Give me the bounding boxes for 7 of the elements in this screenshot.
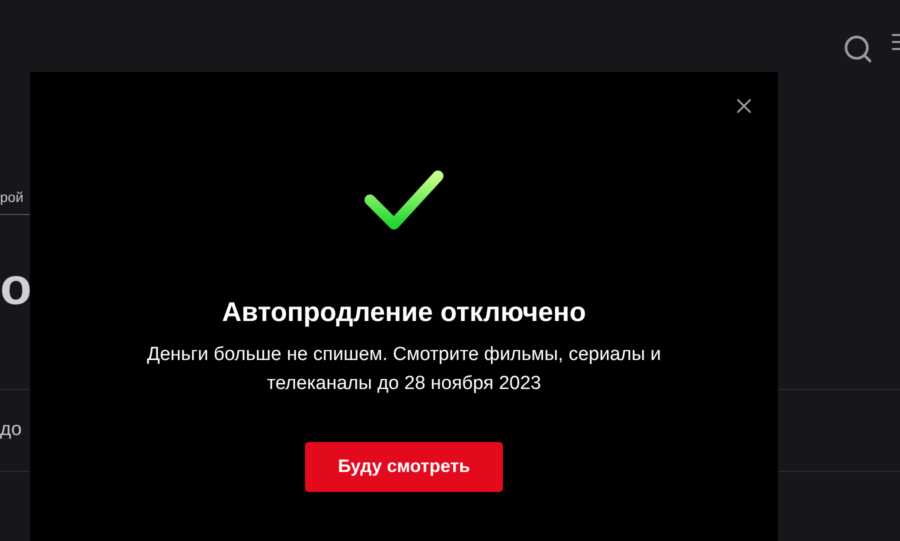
watch-button[interactable]: Буду смотреть [305, 442, 503, 492]
page-heading: о [0, 261, 32, 313]
search-icon[interactable] [842, 33, 874, 65]
dialog-title: Автопродление отключено [222, 296, 586, 329]
tab-label[interactable]: рой [0, 189, 24, 205]
dialog-message: Деньги больше не спишем. Смотрите фильмы, сериалы и телеканалы до 28 ноября 2023 [146, 342, 662, 396]
row-text: до [0, 418, 22, 442]
